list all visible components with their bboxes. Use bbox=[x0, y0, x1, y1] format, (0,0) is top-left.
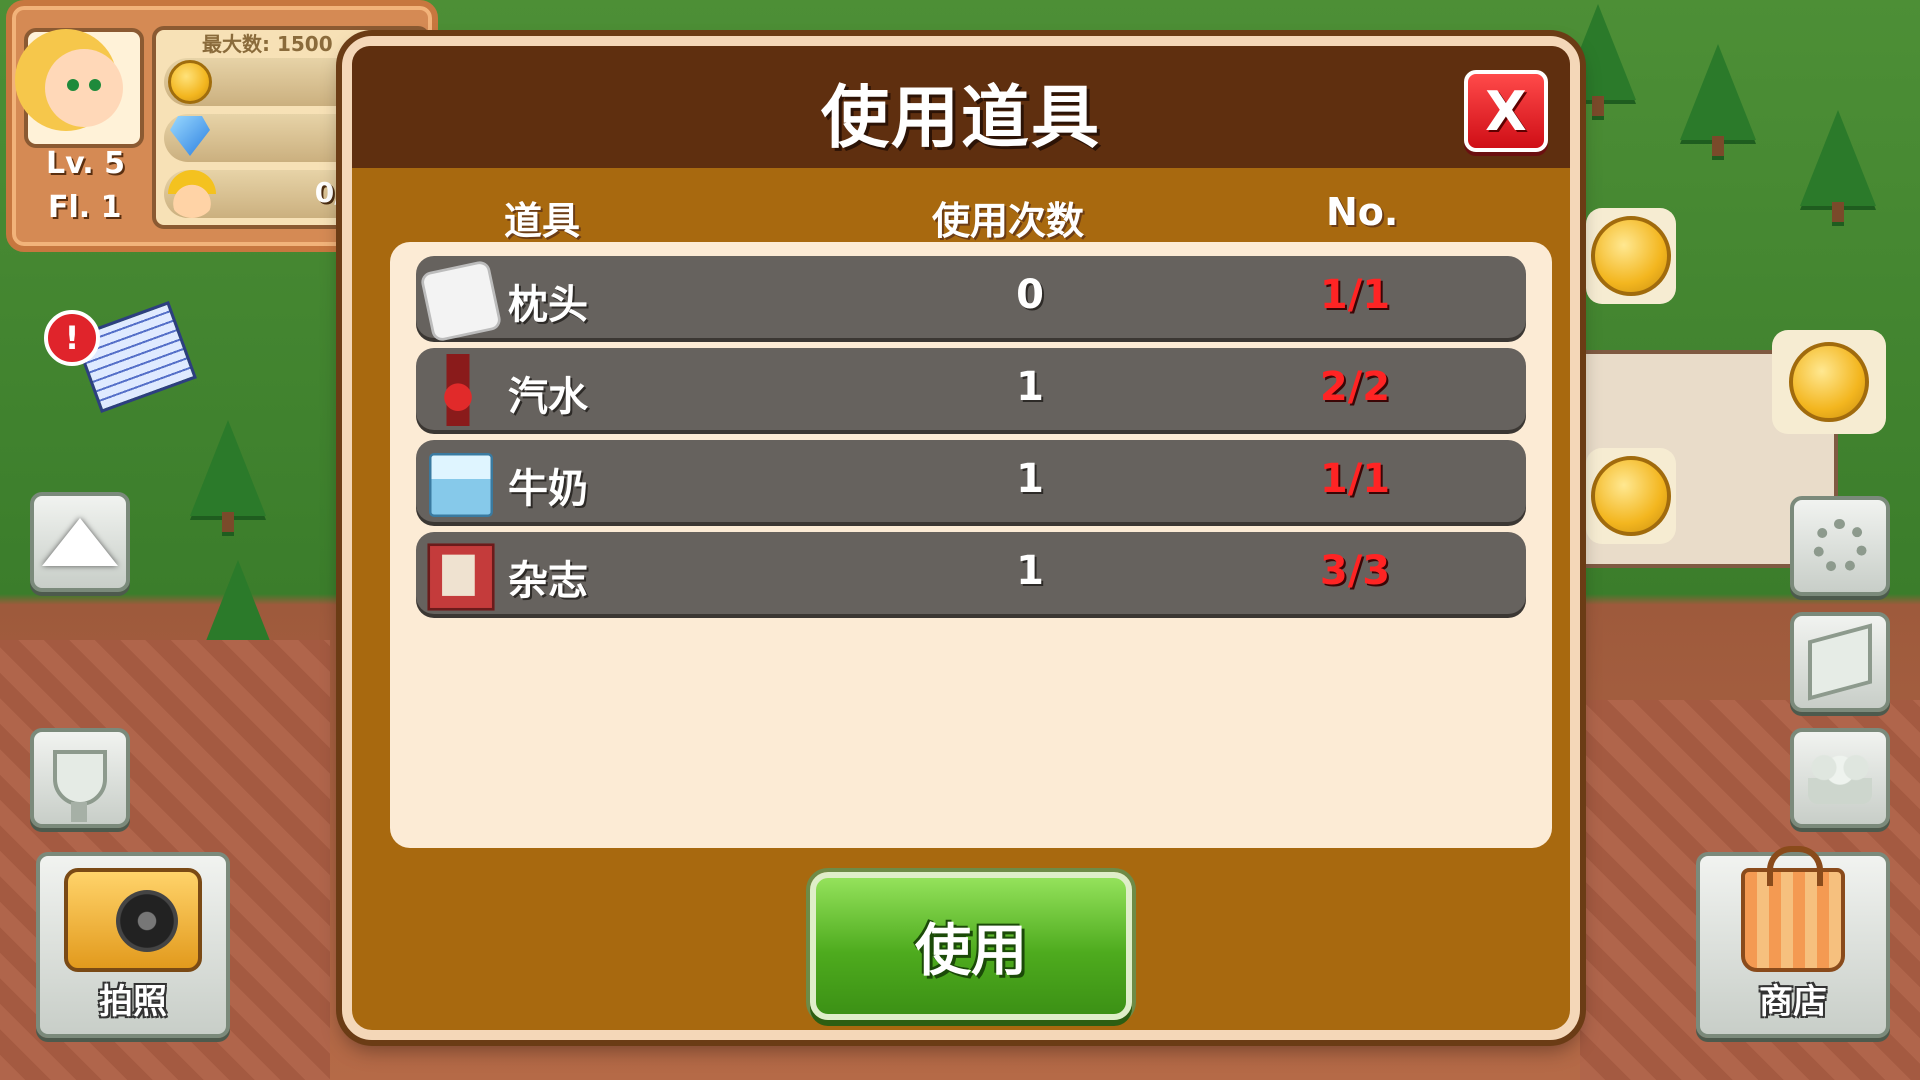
item-use-count: 1 bbox=[1016, 364, 1044, 410]
item-quantity: 2/2 bbox=[1319, 364, 1391, 410]
item-name: 枕头 bbox=[508, 282, 588, 328]
close-button[interactable]: X bbox=[1464, 70, 1548, 152]
item-list: 枕头 0 1/1 汽水 1 2/2 牛奶 1 1/1 杂志 1 3/3 bbox=[390, 242, 1552, 848]
item-row-soda[interactable]: 汽水 1 2/2 bbox=[416, 348, 1526, 430]
item-quantity: 1/1 bbox=[1319, 272, 1391, 318]
item-quantity: 1/1 bbox=[1319, 456, 1391, 502]
soda-icon bbox=[422, 354, 494, 426]
use-button-label: 使用 bbox=[915, 918, 1027, 984]
dialog-header: 使用道具 X bbox=[352, 46, 1570, 168]
column-header-uses: 使用次数 bbox=[932, 199, 1085, 243]
item-row-milk[interactable]: 牛奶 1 1/1 bbox=[416, 440, 1526, 522]
item-name: 杂志 bbox=[508, 558, 588, 604]
use-item-dialog: 使用道具 X 道具 使用次数 No. 枕头 0 1/1 汽水 1 2/2 牛奶 … bbox=[342, 36, 1580, 1040]
game-scene: Lv. 5 Fl. 1 最大数: 1500 5 4 0/2 + ! bbox=[0, 0, 1920, 1080]
item-row-magazine[interactable]: 杂志 1 3/3 bbox=[416, 532, 1526, 614]
item-use-count: 1 bbox=[1016, 456, 1044, 502]
magazine-icon bbox=[427, 543, 495, 611]
item-row-pillow[interactable]: 枕头 0 1/1 bbox=[416, 256, 1526, 343]
item-name: 牛奶 bbox=[508, 466, 588, 512]
dialog-title: 使用道具 bbox=[820, 79, 1101, 158]
item-use-count: 1 bbox=[1016, 548, 1044, 594]
item-quantity: 3/3 bbox=[1319, 548, 1391, 594]
column-header-no: No. bbox=[1326, 190, 1399, 234]
item-use-count: 0 bbox=[1016, 272, 1044, 318]
milk-icon bbox=[429, 453, 493, 517]
use-button[interactable]: 使用 bbox=[810, 872, 1132, 1020]
modal-overlay: 使用道具 X 道具 使用次数 No. 枕头 0 1/1 汽水 1 2/2 牛奶 … bbox=[0, 0, 1920, 1080]
column-header-item: 道具 bbox=[504, 199, 581, 243]
pillow-icon bbox=[419, 259, 503, 343]
item-name: 汽水 bbox=[508, 374, 588, 420]
